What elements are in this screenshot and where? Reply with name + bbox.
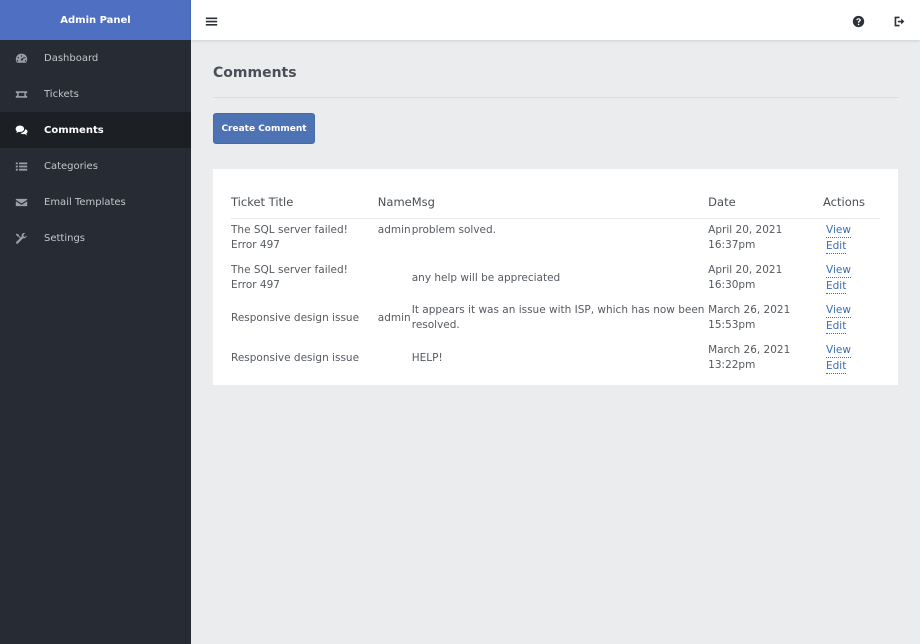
cell-date: March 26, 2021 15:53pm [708,303,791,332]
brand-title[interactable]: Admin Panel [0,0,191,40]
cell-msg: HELP! [411,351,443,364]
view-link[interactable]: View [826,343,851,358]
sidebar-item-label: Settings [44,232,86,244]
sidebar-item-label: Comments [44,124,104,136]
comments-icon [14,123,28,137]
cell-actions: View Edit [823,259,880,299]
cell-date: April 20, 2021 16:37pm [708,223,783,252]
cell-actions: View Edit [823,299,880,339]
title-divider [213,97,899,98]
list-icon [14,159,28,173]
sidebar-nav: Dashboard Tickets Comments Categories Em… [0,40,191,256]
cell-name [378,339,412,379]
table-row: The SQL server failed! Error 497 admin p… [231,218,880,259]
cell-ticket-title: The SQL server failed! Error 497 [231,263,348,292]
column-header-actions: Actions [823,186,880,219]
column-header-date: Date [708,186,823,219]
cell-ticket-title: Responsive design issue [231,351,360,364]
hamburger-icon[interactable] [205,13,218,26]
cell-name: admin [377,223,411,236]
page-title: Comments [213,65,297,81]
topbar [191,0,920,40]
view-link[interactable]: View [826,303,851,318]
ticket-icon [14,87,28,101]
sidebar-item-label: Dashboard [44,52,99,64]
table-row: Responsive design issue HELP! March 26, … [231,339,880,379]
sidebar-item-label: Email Templates [44,196,126,208]
table-header-row: Ticket Title Name Msg Date Actions [231,186,880,219]
edit-link[interactable]: Edit [826,279,847,294]
table-row: The SQL server failed! Error 497 any hel… [231,259,880,299]
cell-date: April 20, 2021 16:30pm [708,263,783,292]
sidebar-item-email-templates[interactable]: Email Templates [0,184,191,220]
sidebar-item-categories[interactable]: Categories [0,148,191,184]
cell-actions: View Edit [823,218,880,259]
sign-out-icon[interactable] [893,13,906,27]
cell-ticket-title: Responsive design issue [231,311,360,324]
comments-table-card: Ticket Title Name Msg Date Actions The S… [213,169,898,385]
column-header-name: Name [377,186,412,219]
table-row: Responsive design issue admin It appears… [231,299,880,339]
dashboard-icon [14,51,28,65]
cell-name [378,259,412,299]
cell-msg: It appears it was an issue with ISP, whi… [411,303,705,332]
cell-msg: any help will be appreciated [411,271,561,284]
sidebar: Admin Panel Dashboard Tickets Comments C… [0,0,191,644]
view-link[interactable]: View [826,263,851,278]
cell-name: admin [377,311,411,324]
sidebar-item-settings[interactable]: Settings [0,220,191,256]
view-link[interactable]: View [826,223,851,238]
sidebar-item-tickets[interactable]: Tickets [0,76,191,112]
edit-link[interactable]: Edit [826,319,847,334]
sidebar-item-comments[interactable]: Comments [0,112,191,148]
sidebar-item-dashboard[interactable]: Dashboard [0,40,191,76]
comments-table: Ticket Title Name Msg Date Actions The S… [231,186,880,379]
cell-actions: View Edit [823,339,880,379]
edit-link[interactable]: Edit [826,239,847,254]
wrench-icon [14,231,28,245]
cell-ticket-title: The SQL server failed! Error 497 [231,223,348,252]
column-header-ticket-title: Ticket Title [231,186,378,219]
cell-date: March 26, 2021 13:22pm [708,343,791,372]
sidebar-item-label: Tickets [44,88,79,100]
envelope-icon [14,195,28,209]
create-comment-button[interactable]: Create Comment [213,113,315,144]
column-header-msg: Msg [411,186,709,219]
main-content: Comments Create Comment Ticket Title Nam… [213,40,899,385]
question-circle-icon[interactable] [852,13,865,28]
sidebar-item-label: Categories [44,160,98,172]
edit-link[interactable]: Edit [826,359,847,374]
cell-msg: problem solved. [411,223,497,236]
